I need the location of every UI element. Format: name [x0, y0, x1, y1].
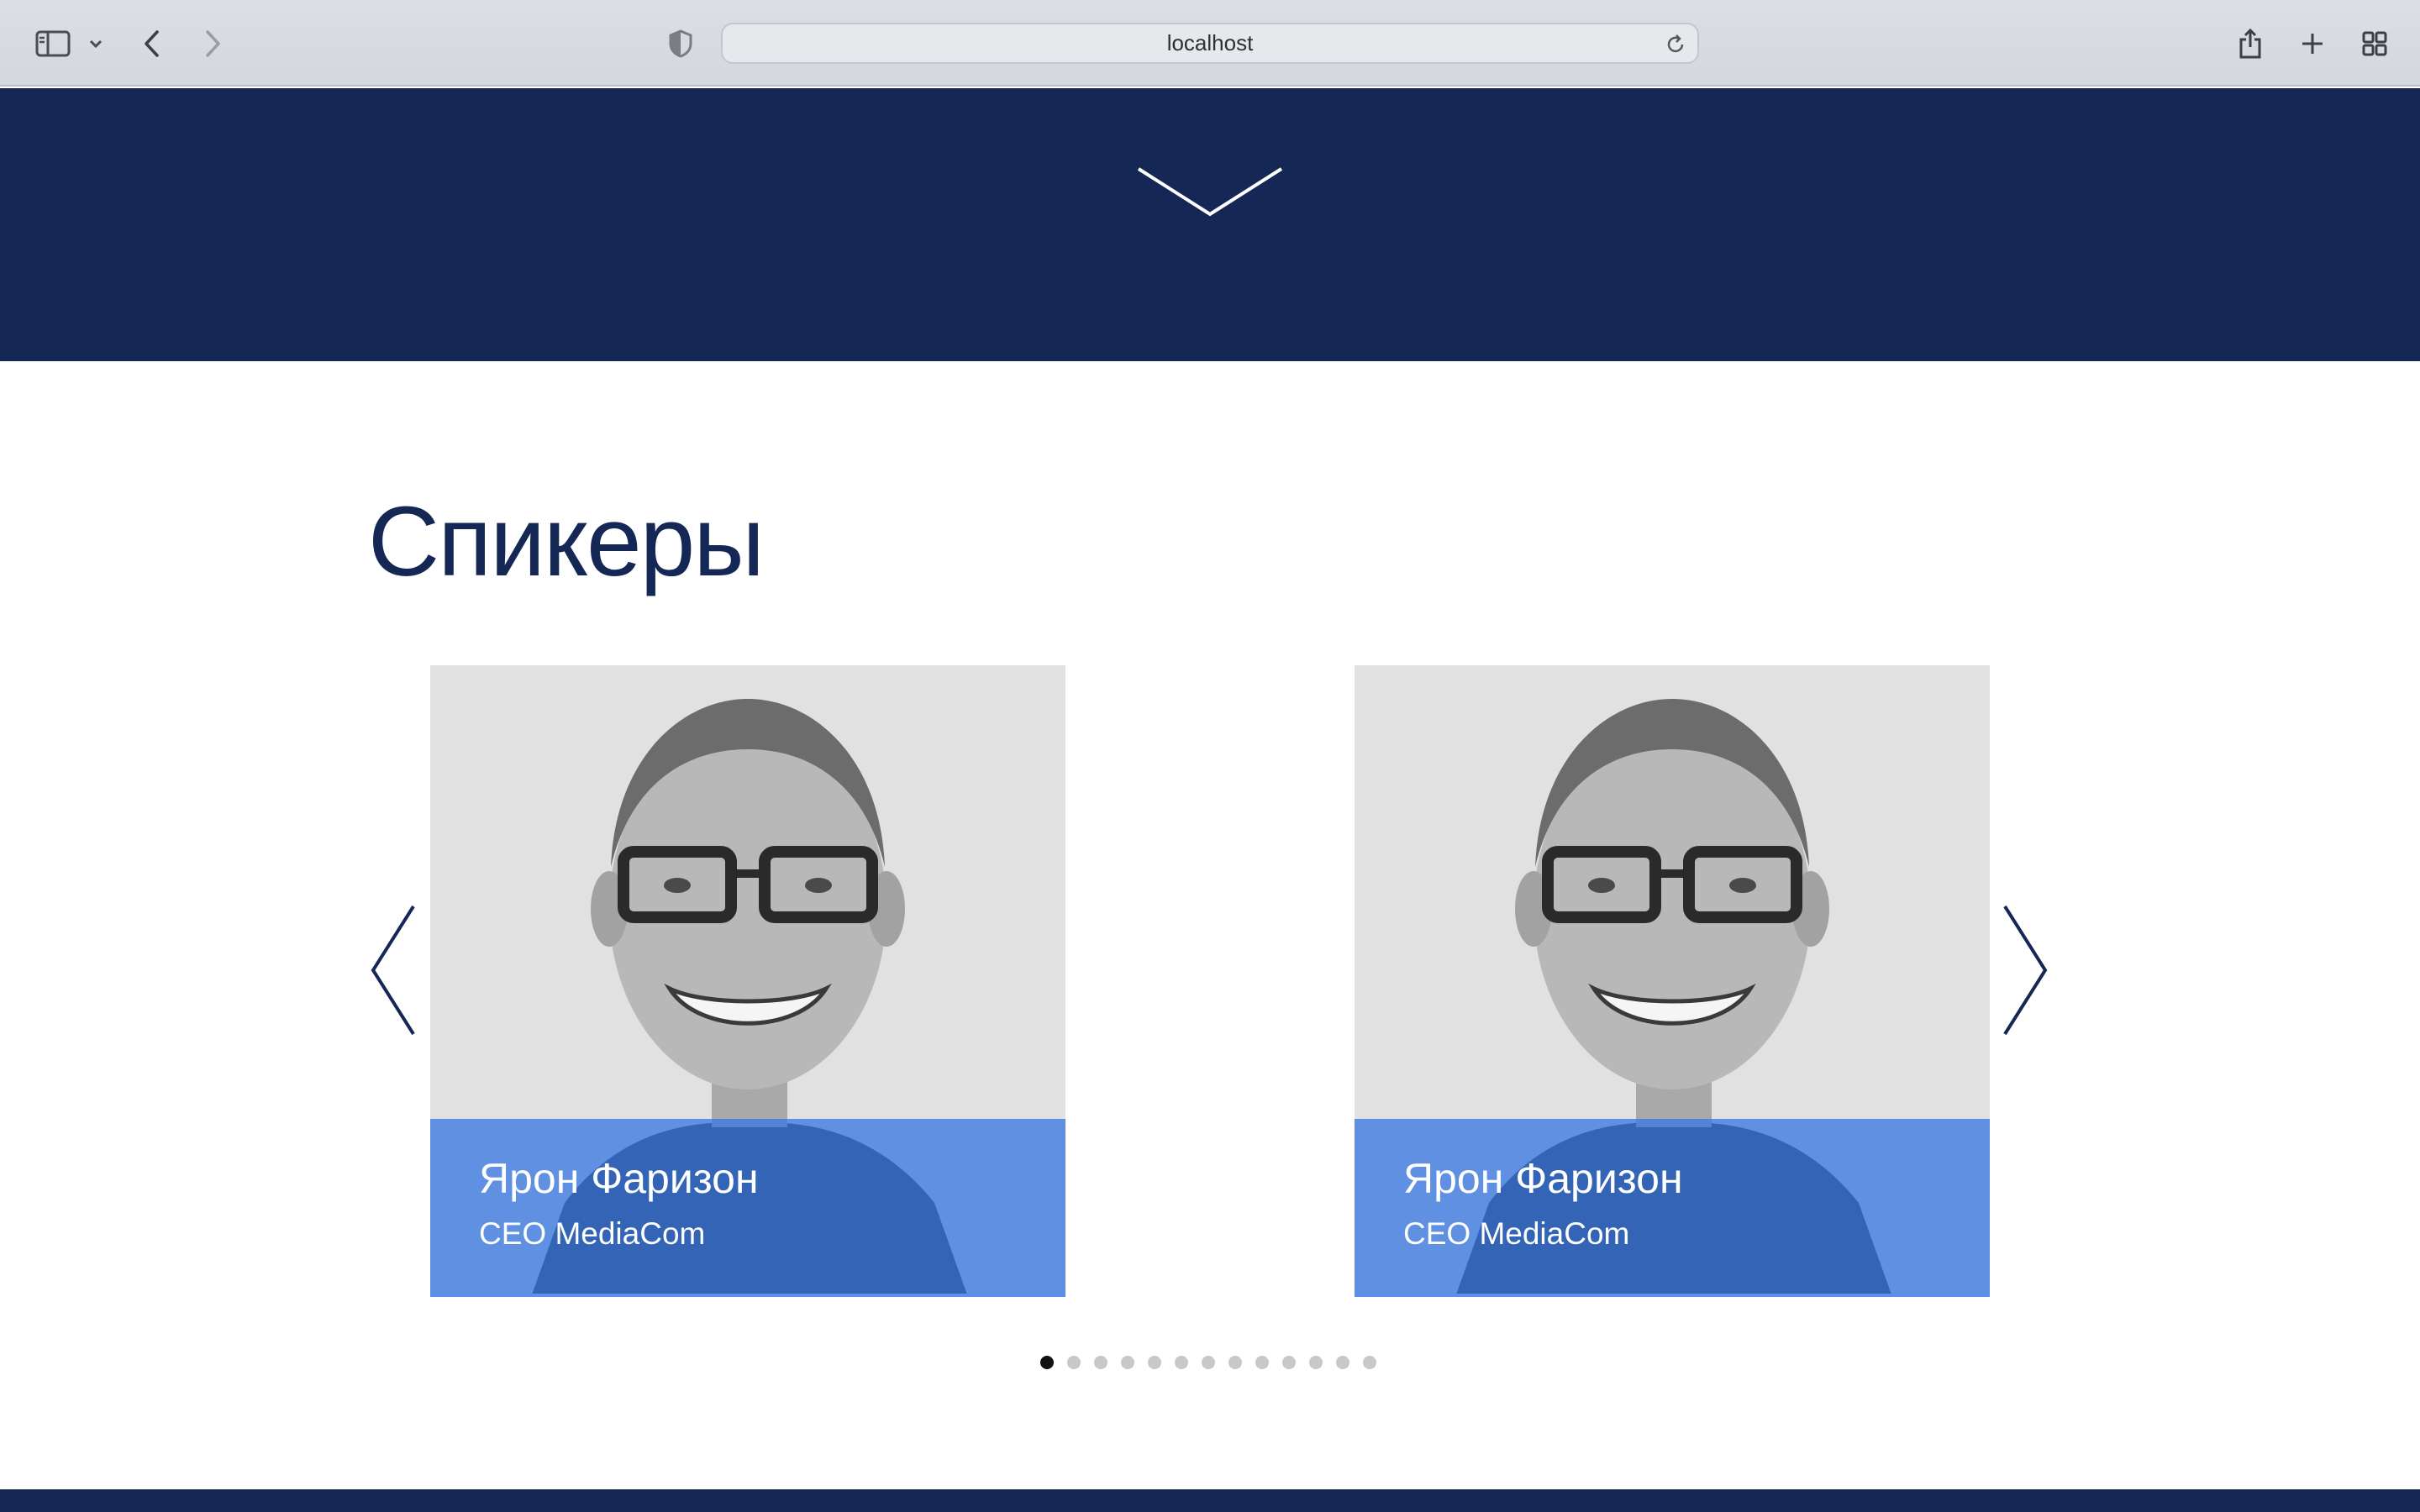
pagination-dot[interactable]	[1228, 1356, 1242, 1369]
shield-icon[interactable]	[664, 20, 697, 67]
footer-band	[0, 1489, 2420, 1512]
page: localhost Спикеры Ярон Фаризон CEO Media…	[0, 0, 2420, 1512]
pagination-dot[interactable]	[1336, 1356, 1349, 1369]
pagination-dot[interactable]	[1363, 1356, 1376, 1369]
pagination-dot[interactable]	[1067, 1356, 1081, 1369]
address-bar[interactable]: localhost	[721, 23, 1699, 64]
speaker-card[interactable]: Ярон Фаризон CEO MediaCom	[430, 665, 1065, 1297]
speaker-name: Ярон Фаризон	[1403, 1155, 1683, 1202]
pagination-dot[interactable]	[1309, 1356, 1323, 1369]
carousel-prev-button[interactable]	[366, 903, 417, 1042]
pagination-dot[interactable]	[1202, 1356, 1215, 1369]
pagination-dot[interactable]	[1094, 1356, 1107, 1369]
speaker-name: Ярон Фаризон	[479, 1155, 759, 1202]
back-icon[interactable]	[138, 20, 166, 67]
share-icon[interactable]	[2235, 20, 2265, 67]
carousel-pagination	[1040, 1354, 1376, 1371]
pagination-dot[interactable]	[1040, 1356, 1054, 1369]
carousel-next-button[interactable]	[2002, 903, 2052, 1042]
pagination-dot[interactable]	[1148, 1356, 1161, 1369]
forward-icon[interactable]	[198, 20, 227, 67]
speaker-role: CEO MediaCom	[1403, 1216, 1630, 1251]
reload-icon[interactable]	[1664, 33, 1687, 60]
browser-toolbar: localhost	[0, 0, 2420, 87]
pagination-dot[interactable]	[1121, 1356, 1134, 1369]
scroll-down-chevron-icon[interactable]	[1134, 162, 1286, 227]
hero-band	[0, 88, 2420, 361]
pagination-dot[interactable]	[1175, 1356, 1188, 1369]
speaker-role: CEO MediaCom	[479, 1216, 706, 1251]
pagination-dot[interactable]	[1255, 1356, 1269, 1369]
sidebar-icon[interactable]	[32, 20, 74, 67]
speaker-caption: Ярон Фаризон CEO MediaCom	[430, 1119, 1065, 1297]
plus-icon[interactable]	[2297, 20, 2328, 67]
tab-overview-icon[interactable]	[2360, 20, 2390, 67]
speaker-card[interactable]: Ярон Фаризон CEO MediaCom	[1355, 665, 1990, 1297]
chevron-down-icon[interactable]	[84, 20, 108, 67]
section-title: Спикеры	[368, 486, 765, 597]
url-text: localhost	[1166, 30, 1254, 55]
speaker-caption: Ярон Фаризон CEO MediaCom	[1355, 1119, 1990, 1297]
pagination-dot[interactable]	[1282, 1356, 1296, 1369]
